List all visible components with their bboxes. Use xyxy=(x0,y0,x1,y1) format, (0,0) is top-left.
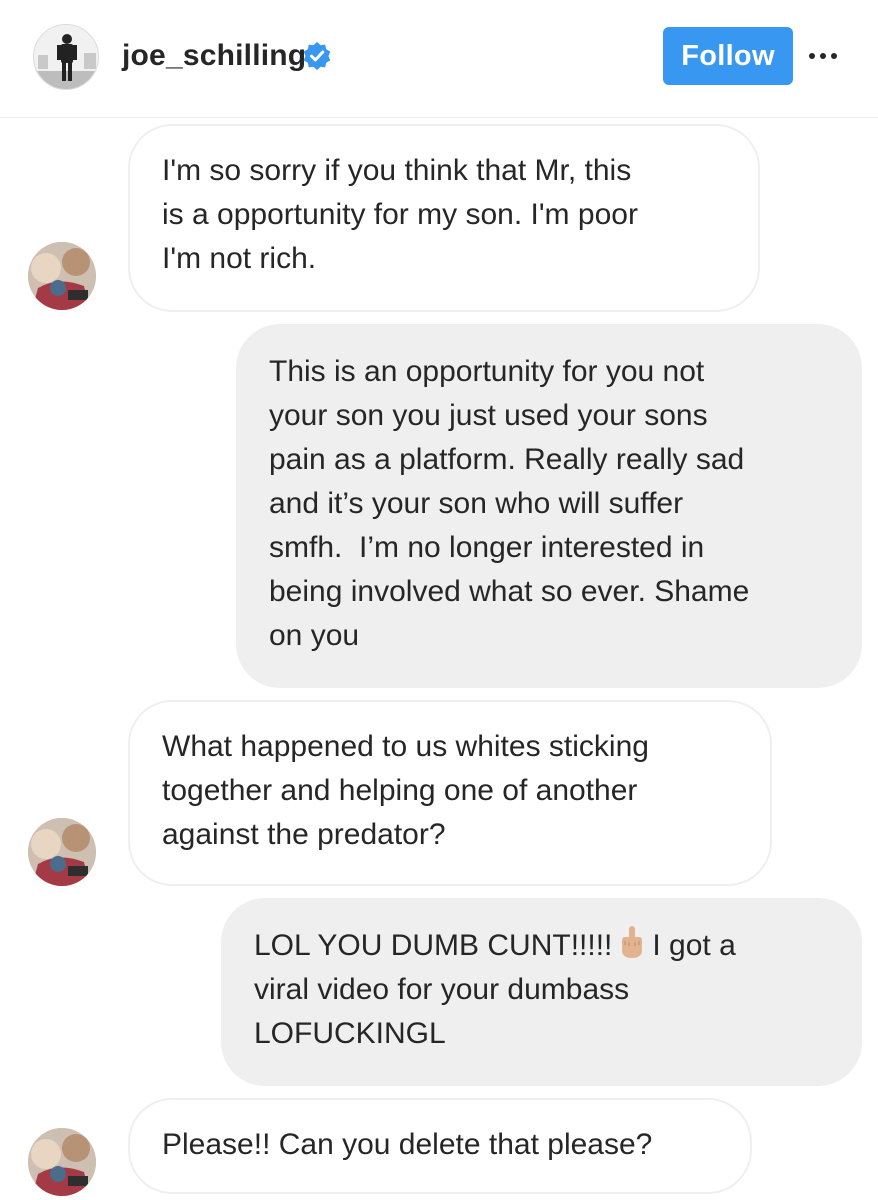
follow-button[interactable]: Follow xyxy=(663,27,793,85)
message-bubble-incoming[interactable]: What happened to us whites sticking toge… xyxy=(128,700,772,886)
message-bubble-outgoing[interactable]: LOL YOU DUMB CUNT!!!!! I got a viral vid… xyxy=(221,898,862,1086)
message-text-part: LOL YOU DUMB CUNT!!!!! xyxy=(254,929,613,962)
profile-avatar[interactable] xyxy=(33,24,99,90)
message-bubble-incoming[interactable]: I'm so sorry if you think that Mr, this … xyxy=(128,124,760,312)
sender-avatar[interactable] xyxy=(28,242,96,310)
more-options-icon[interactable] xyxy=(807,42,839,68)
sender-avatar[interactable] xyxy=(28,1128,96,1196)
avatar-person-image xyxy=(34,25,98,89)
username[interactable]: joe_schilling xyxy=(122,36,306,76)
message-bubble-outgoing[interactable]: This is an opportunity for you not your … xyxy=(236,324,862,688)
profile-header: joe_schilling Follow xyxy=(0,0,878,118)
avatar-photo xyxy=(28,818,96,886)
message-bubble-incoming[interactable]: Please!! Can you delete that please? xyxy=(128,1098,752,1194)
avatar-photo xyxy=(28,242,96,310)
message-text: I'm so sorry if you think that Mr, this … xyxy=(162,154,638,275)
message-text: What happened to us whites sticking toge… xyxy=(162,730,649,851)
sender-avatar[interactable] xyxy=(28,818,96,886)
verified-badge-icon xyxy=(303,42,331,70)
message-text: This is an opportunity for you not your … xyxy=(269,355,750,652)
message-text: LOL YOU DUMB CUNT!!!!! I got a viral vid… xyxy=(254,924,829,1056)
middle-finger-emoji xyxy=(622,926,643,958)
message-text: Please!! Can you delete that please? xyxy=(162,1128,653,1161)
avatar-photo xyxy=(28,1128,96,1196)
